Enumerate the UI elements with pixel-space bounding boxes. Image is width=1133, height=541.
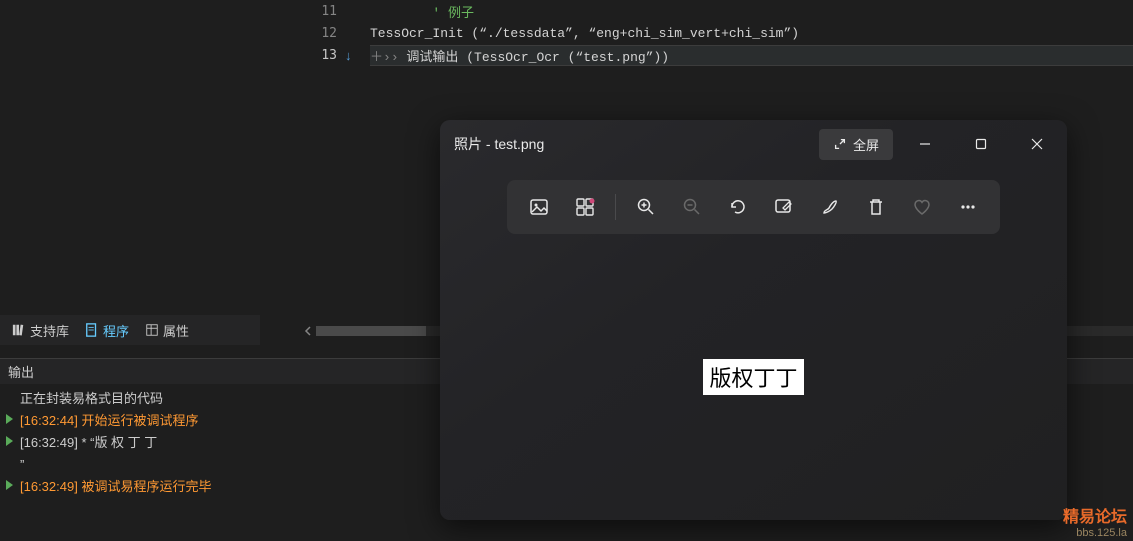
maximize-icon (975, 138, 987, 150)
scroll-left-icon[interactable] (300, 323, 316, 339)
zoom-out-icon (682, 197, 702, 217)
code-line[interactable]: 12 TessOcr_Init (“./tessdata”, “eng+chi_… (300, 22, 1133, 44)
side-panel (0, 0, 300, 315)
scroll-thumb[interactable] (316, 326, 426, 336)
line-number: 11 (300, 4, 345, 19)
properties-icon (145, 323, 159, 337)
delete-button[interactable] (854, 188, 898, 226)
arrow-down-icon: ↓ (345, 48, 352, 63)
tab-support-lib[interactable]: 支持库 (6, 319, 75, 342)
close-icon (1031, 138, 1043, 150)
books-icon (12, 323, 26, 337)
tab-properties[interactable]: 属性 (139, 319, 195, 342)
edit-image-button[interactable] (762, 188, 806, 226)
zoom-out-button[interactable] (670, 188, 714, 226)
minimize-icon (919, 138, 931, 150)
code-line-current[interactable]: 13 ↓ ＋›› 调试输出 (TessOcr_Ocr (“test.png”)) (300, 44, 1133, 66)
window-title: 照片 - test.png (454, 134, 811, 154)
play-icon (6, 436, 13, 446)
rotate-icon (728, 197, 748, 217)
maximize-button[interactable] (957, 124, 1005, 164)
line-number: 12 (300, 26, 345, 41)
more-icon (958, 197, 978, 217)
document-icon (85, 323, 99, 337)
step-icon: ›› (383, 50, 406, 65)
zoom-in-icon (636, 197, 656, 217)
expand-icon (833, 137, 847, 151)
minimize-button[interactable] (901, 124, 949, 164)
photos-toolbar (507, 180, 1000, 234)
displayed-image: 版权丁丁 (703, 359, 803, 395)
photos-titlebar[interactable]: 照片 - test.png 全屏 (440, 120, 1067, 168)
trash-icon (866, 197, 886, 217)
watermark: 精易论坛 bbs.125.la (1063, 509, 1127, 539)
close-button[interactable] (1013, 124, 1061, 164)
code-content: ＋›› 调试输出 (TessOcr_Ocr (“test.png”)) (370, 45, 1133, 66)
tab-program[interactable]: 程序 (79, 319, 135, 342)
rotate-button[interactable] (716, 188, 760, 226)
output-title: 输出 (8, 362, 34, 381)
image-icon (529, 197, 549, 217)
play-icon (6, 414, 13, 424)
image-button[interactable] (517, 188, 561, 226)
edit-image-icon (774, 197, 794, 217)
code-content: TessOcr_Init (“./tessdata”, “eng+chi_sim… (370, 26, 799, 41)
draw-button[interactable] (808, 188, 852, 226)
filmstrip-icon (575, 197, 595, 217)
play-icon (6, 480, 13, 490)
toolbar-separator (615, 194, 616, 220)
expand-icon[interactable]: ＋ (370, 50, 383, 65)
line-number: 13 (300, 48, 345, 63)
heart-icon (912, 197, 932, 217)
favorite-button[interactable] (900, 188, 944, 226)
panel-tabs: 支持库 程序 属性 (0, 315, 260, 345)
filmstrip-button[interactable] (563, 188, 607, 226)
photos-window[interactable]: 照片 - test.png 全屏 (440, 120, 1067, 520)
fullscreen-button[interactable]: 全屏 (819, 129, 893, 160)
code-line[interactable]: 11 ' 例子 (300, 0, 1133, 22)
zoom-in-button[interactable] (624, 188, 668, 226)
gutter-breakpoint[interactable]: ↓ (345, 48, 370, 63)
draw-icon (820, 197, 840, 217)
photos-canvas[interactable]: 版权丁丁 (440, 234, 1067, 520)
more-button[interactable] (946, 188, 990, 226)
